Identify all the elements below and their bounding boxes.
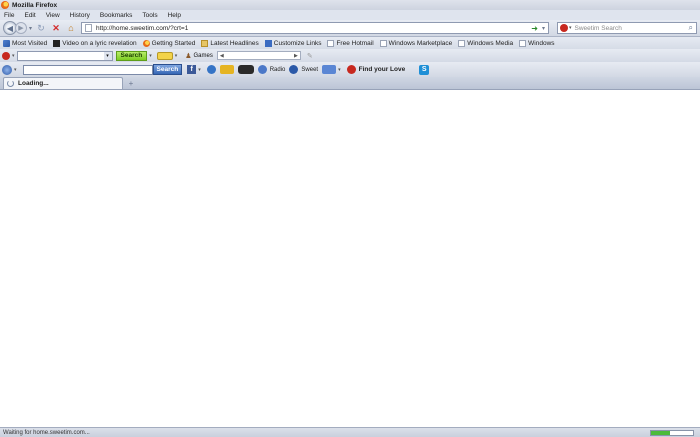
home-icon[interactable]: ⌂ xyxy=(65,22,77,34)
menu-tools[interactable]: Tools xyxy=(142,12,157,19)
bookmark-windows[interactable]: Windows xyxy=(519,39,555,47)
edit-icon[interactable]: ✎ xyxy=(307,52,313,60)
mask-icon[interactable] xyxy=(237,65,254,74)
page-icon xyxy=(458,39,466,47)
menu-file[interactable]: File xyxy=(4,12,14,19)
radio-icon[interactable] xyxy=(257,65,267,74)
menu-history[interactable]: History xyxy=(70,12,90,19)
progress-fill xyxy=(651,430,670,435)
apps-dropdown-icon[interactable]: ▾ xyxy=(338,67,341,73)
forward-button[interactable]: ▶ xyxy=(15,22,27,34)
find-love-button[interactable]: Find your Love xyxy=(359,66,406,73)
firefox-logo-icon xyxy=(1,1,9,9)
page-icon xyxy=(327,39,335,47)
apps-icon[interactable] xyxy=(322,65,337,74)
page-icon xyxy=(379,39,387,47)
firefox-icon xyxy=(142,39,150,47)
menu-view[interactable]: View xyxy=(46,12,60,19)
sweet-icon[interactable] xyxy=(289,65,299,74)
magnifier-icon[interactable]: ⌕ xyxy=(689,23,693,33)
loading-spinner-icon xyxy=(7,80,14,87)
loading-progress-bar xyxy=(650,429,694,436)
url-text[interactable]: http://home.sweetim.com/?crt=1 xyxy=(96,25,188,32)
sweetim-toolbar: ▾ ▾ Search ▾ ▾ ♟ Games ◀ ▶ ✎ xyxy=(0,49,700,62)
toolbar-search-input[interactable] xyxy=(22,64,153,75)
toolbar-logo-icon[interactable] xyxy=(2,64,12,75)
skype-icon[interactable]: S xyxy=(419,64,430,75)
bookmarks-toolbar: Most Visited Video on a lyric revelation… xyxy=(0,37,700,49)
tab-title: Loading... xyxy=(18,80,49,87)
sweetim-logo-icon[interactable] xyxy=(2,51,10,60)
reload-icon[interactable]: ↻ xyxy=(35,22,47,34)
toolbar-search-combo[interactable]: ▾ xyxy=(16,50,113,61)
games-button[interactable]: ♟ Games xyxy=(185,52,213,60)
bookmark-customize-links[interactable]: Customize Links xyxy=(264,39,321,47)
bookmark-getting-started[interactable]: Getting Started xyxy=(142,39,195,47)
sweet-label[interactable]: Sweet xyxy=(301,67,318,73)
bookmark-most-visited[interactable]: Most Visited xyxy=(3,39,47,47)
radio-label[interactable]: Radio xyxy=(270,67,286,73)
menu-edit[interactable]: Edit xyxy=(24,12,35,19)
smiley-dropdown-icon[interactable]: ▾ xyxy=(175,53,178,59)
facebook-dropdown-icon[interactable]: ▾ xyxy=(198,67,201,73)
tab-loading[interactable]: Loading... xyxy=(3,77,123,89)
bookmark-windows-media[interactable]: Windows Media xyxy=(458,39,513,47)
url-bar[interactable]: http://home.sweetim.com/?crt=1 ➜ ▾ xyxy=(81,22,550,34)
page-icon xyxy=(519,39,527,47)
bookmark-free-hotmail[interactable]: Free Hotmail xyxy=(327,39,374,47)
b-icon[interactable] xyxy=(206,65,216,74)
back-arrow-icon: ◀ xyxy=(6,23,14,33)
search-box[interactable]: ▾ Sweetim Search ⌕ xyxy=(557,22,698,34)
history-dropdown-icon[interactable]: ▾ xyxy=(29,25,32,32)
scroll-left-icon[interactable]: ◀ xyxy=(220,53,224,59)
most-visited-icon xyxy=(3,39,10,47)
bookmark-windows-marketplace[interactable]: Windows Marketplace xyxy=(379,39,452,47)
menu-help[interactable]: Help xyxy=(168,12,181,19)
smiley-icon[interactable] xyxy=(156,51,173,60)
sweetim-logo-icon[interactable] xyxy=(560,24,569,32)
menu-bookmarks[interactable]: Bookmarks xyxy=(100,12,133,19)
status-bar: Waiting for home.sweetim.com... xyxy=(0,427,700,437)
heart-icon[interactable] xyxy=(346,65,356,74)
toolbar-scroll-strip[interactable]: ◀ ▶ xyxy=(216,51,301,60)
stop-icon[interactable]: ✕ xyxy=(50,22,62,34)
toolbar-search-button[interactable]: Search xyxy=(115,50,148,61)
toolbar-logo-dropdown-icon[interactable]: ▾ xyxy=(14,67,17,73)
toolbar-menu-dropdown-icon[interactable]: ▾ xyxy=(12,53,15,59)
new-tab-icon[interactable]: + xyxy=(126,78,136,88)
games-icon: ♟ xyxy=(185,52,192,60)
go-arrow-icon[interactable]: ➜ xyxy=(531,24,538,33)
search-input[interactable]: Sweetim Search xyxy=(575,25,622,32)
search-options-dropdown-icon[interactable]: ▾ xyxy=(149,53,152,59)
title-bar: Mozilla Firefox xyxy=(0,0,700,10)
tab-bar: Loading... + xyxy=(0,77,700,90)
scroll-right-icon[interactable]: ▶ xyxy=(294,53,298,59)
page-icon xyxy=(85,24,93,32)
toolbar-search-button[interactable]: Search xyxy=(152,64,183,75)
combo-dropdown-icon[interactable]: ▾ xyxy=(103,51,112,60)
video-icon xyxy=(53,39,61,47)
status-text: Waiting for home.sweetim.com... xyxy=(3,429,90,436)
bookmark-latest-headlines[interactable]: Latest Headlines xyxy=(201,39,259,47)
facebook-icon[interactable]: f xyxy=(187,65,197,74)
bookmark-video[interactable]: Video on a lyric revelation xyxy=(53,39,137,47)
navigation-toolbar: ◀ ▶ ▾ ↻ ✕ ⌂ http://home.sweetim.com/?crt… xyxy=(0,20,700,37)
menu-bar: File Edit View History Bookmarks Tools H… xyxy=(0,10,700,20)
window-title: Mozilla Firefox xyxy=(12,1,58,9)
search-engine-dropdown-icon[interactable]: ▾ xyxy=(569,25,572,31)
url-dropdown-icon[interactable]: ▾ xyxy=(542,25,545,32)
forward-arrow-icon: ▶ xyxy=(18,25,24,32)
rss-folder-icon xyxy=(201,39,209,47)
link-icon xyxy=(264,39,272,47)
page-content[interactable] xyxy=(0,90,700,427)
mail-icon[interactable] xyxy=(219,65,234,74)
community-toolbar: ▾ Search f ▾ Radio Sweet ▾ Find your Lov… xyxy=(0,62,700,77)
